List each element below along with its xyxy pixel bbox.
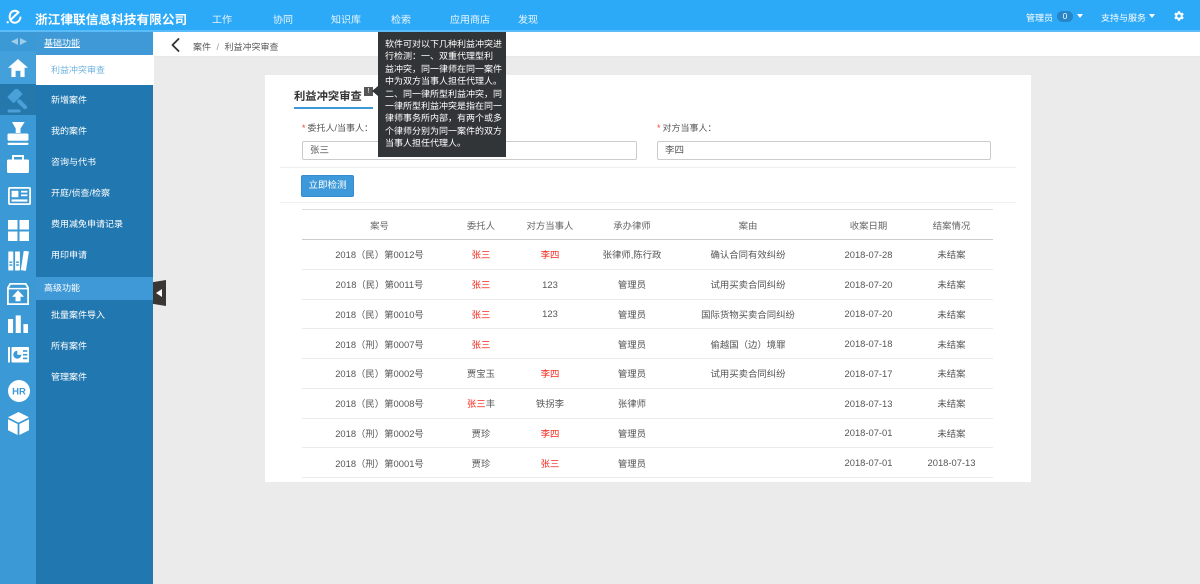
svg-text:HR: HR bbox=[12, 387, 26, 398]
